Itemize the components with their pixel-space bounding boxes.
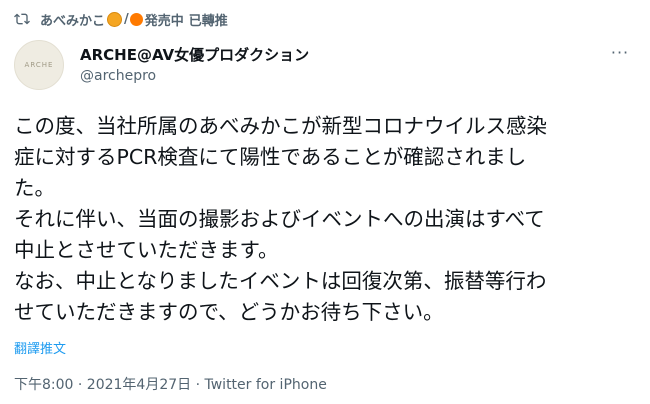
tweet-line: この度、当社所属のあべみかこが新型コロナウイルス感染 <box>14 114 547 138</box>
avatar-logo-text: ARCHE <box>24 61 54 69</box>
tweet-line: た。 <box>14 176 55 200</box>
translate-tweet-link[interactable]: 翻譯推文 <box>14 338 66 357</box>
tweet-line: 症に対するPCR検査にて陽性であることが確認されまし <box>14 145 527 169</box>
tweet-line: それに伴い、当面の撮影およびイベントへの出演はすべて <box>14 207 545 231</box>
retweet-icon <box>14 13 30 25</box>
author-handle[interactable]: @archepro <box>80 68 156 84</box>
tweet-line: 中止とさせていただきます。 <box>14 238 279 262</box>
tweet-header: ARCHE ARCHE@AV女優プロダクション @archepro ··· <box>14 38 636 98</box>
retweet-label: 已轉推 <box>188 13 228 29</box>
retweet-header[interactable]: あべみかこ / 発売中 已轉推 <box>14 8 228 30</box>
more-options-icon[interactable]: ··· <box>608 42 632 62</box>
orange-circle-emoji-icon <box>129 12 143 26</box>
tweet-line: せていただきますので、どうかお待ち下さい。 <box>14 300 444 324</box>
retweeter-status: 発売中 <box>144 13 184 29</box>
peach-emoji-icon <box>107 11 123 27</box>
tweet-line: なお、中止となりましたイベントは回復次第、振替等行わ <box>14 269 547 293</box>
tweet-timestamp[interactable]: 下午8:00 · 2021年4月27日 · Twitter for iPhone <box>14 374 327 394</box>
tweet-text: この度、当社所属のあべみかこが新型コロナウイルス感染 症に対するPCR検査にて陽… <box>14 111 644 328</box>
author-display-name[interactable]: ARCHE@AV女優プロダクション <box>80 44 309 65</box>
avatar[interactable]: ARCHE <box>14 40 64 90</box>
retweeter-name[interactable]: あべみかこ <box>40 10 105 29</box>
